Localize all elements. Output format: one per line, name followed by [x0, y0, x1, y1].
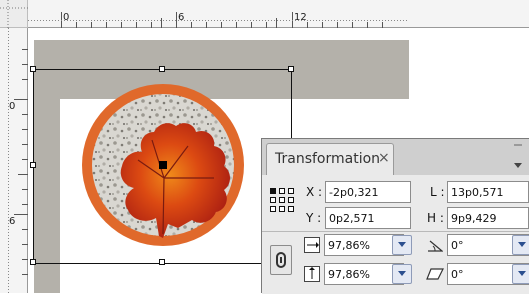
handle-bottom-left[interactable] — [30, 259, 36, 265]
handle-bottom-center[interactable] — [159, 259, 165, 265]
x-position-field[interactable]: -2p0,321 — [325, 181, 411, 203]
handle-top-center[interactable] — [159, 66, 165, 72]
rotate-icon — [428, 240, 443, 252]
panel-separator — [262, 231, 529, 232]
ruler-label-v6: 6 — [9, 216, 16, 227]
shear-dropdown[interactable] — [512, 264, 529, 284]
height-field[interactable]: 9p9,429 — [447, 207, 529, 229]
ruler-label-v0: 0 — [9, 101, 16, 112]
horizontal-ruler-ticks — [28, 12, 408, 28]
width-field[interactable]: 13p0,571 — [447, 181, 529, 203]
horizontal-ruler[interactable]: 0 6 12 — [28, 0, 529, 28]
y-position-field[interactable]: 0p2,571 — [325, 207, 411, 229]
ruler-label-0: 0 — [63, 12, 70, 23]
rotation-dropdown[interactable] — [512, 235, 529, 255]
ruler-origin-icon — [0, 0, 28, 28]
width-label: L : — [430, 185, 445, 199]
scale-y-dropdown[interactable] — [392, 264, 412, 284]
panel-title: Transformation — [275, 151, 381, 167]
x-label: X : — [306, 185, 323, 199]
vertical-ruler-ticks — [8, 28, 28, 293]
ruler-label-6: 6 — [178, 12, 185, 23]
panel-body: X : -2p0,321 Y : 0p2,571 L : 13p0,571 H … — [262, 175, 529, 294]
shear-icon — [426, 268, 444, 280]
scale-y-icon — [304, 266, 320, 282]
scale-x-dropdown[interactable] — [392, 235, 412, 255]
vertical-ruler[interactable]: 0 6 — [0, 28, 28, 293]
scale-x-icon — [304, 237, 320, 253]
handle-middle-left[interactable] — [30, 162, 36, 168]
height-label: H : — [427, 211, 444, 225]
transformation-panel: Transformation × X : -2p0,321 Y : 0p2,57… — [261, 138, 529, 294]
constrain-proportions-icon[interactable] — [270, 245, 292, 275]
handle-top-right[interactable] — [288, 66, 294, 72]
ruler-label-12: 12 — [294, 12, 307, 23]
panel-menu-icon[interactable] — [511, 141, 525, 171]
panel-titlebar[interactable]: Transformation × — [262, 139, 529, 175]
reference-point-icon[interactable] — [269, 187, 295, 213]
center-reference-point[interactable] — [159, 161, 167, 169]
close-icon[interactable]: × — [378, 150, 390, 166]
ruler-origin-corner[interactable] — [0, 0, 28, 28]
handle-top-left[interactable] — [30, 66, 36, 72]
y-label: Y : — [306, 211, 322, 225]
tab-transformation[interactable]: Transformation × — [266, 143, 394, 175]
